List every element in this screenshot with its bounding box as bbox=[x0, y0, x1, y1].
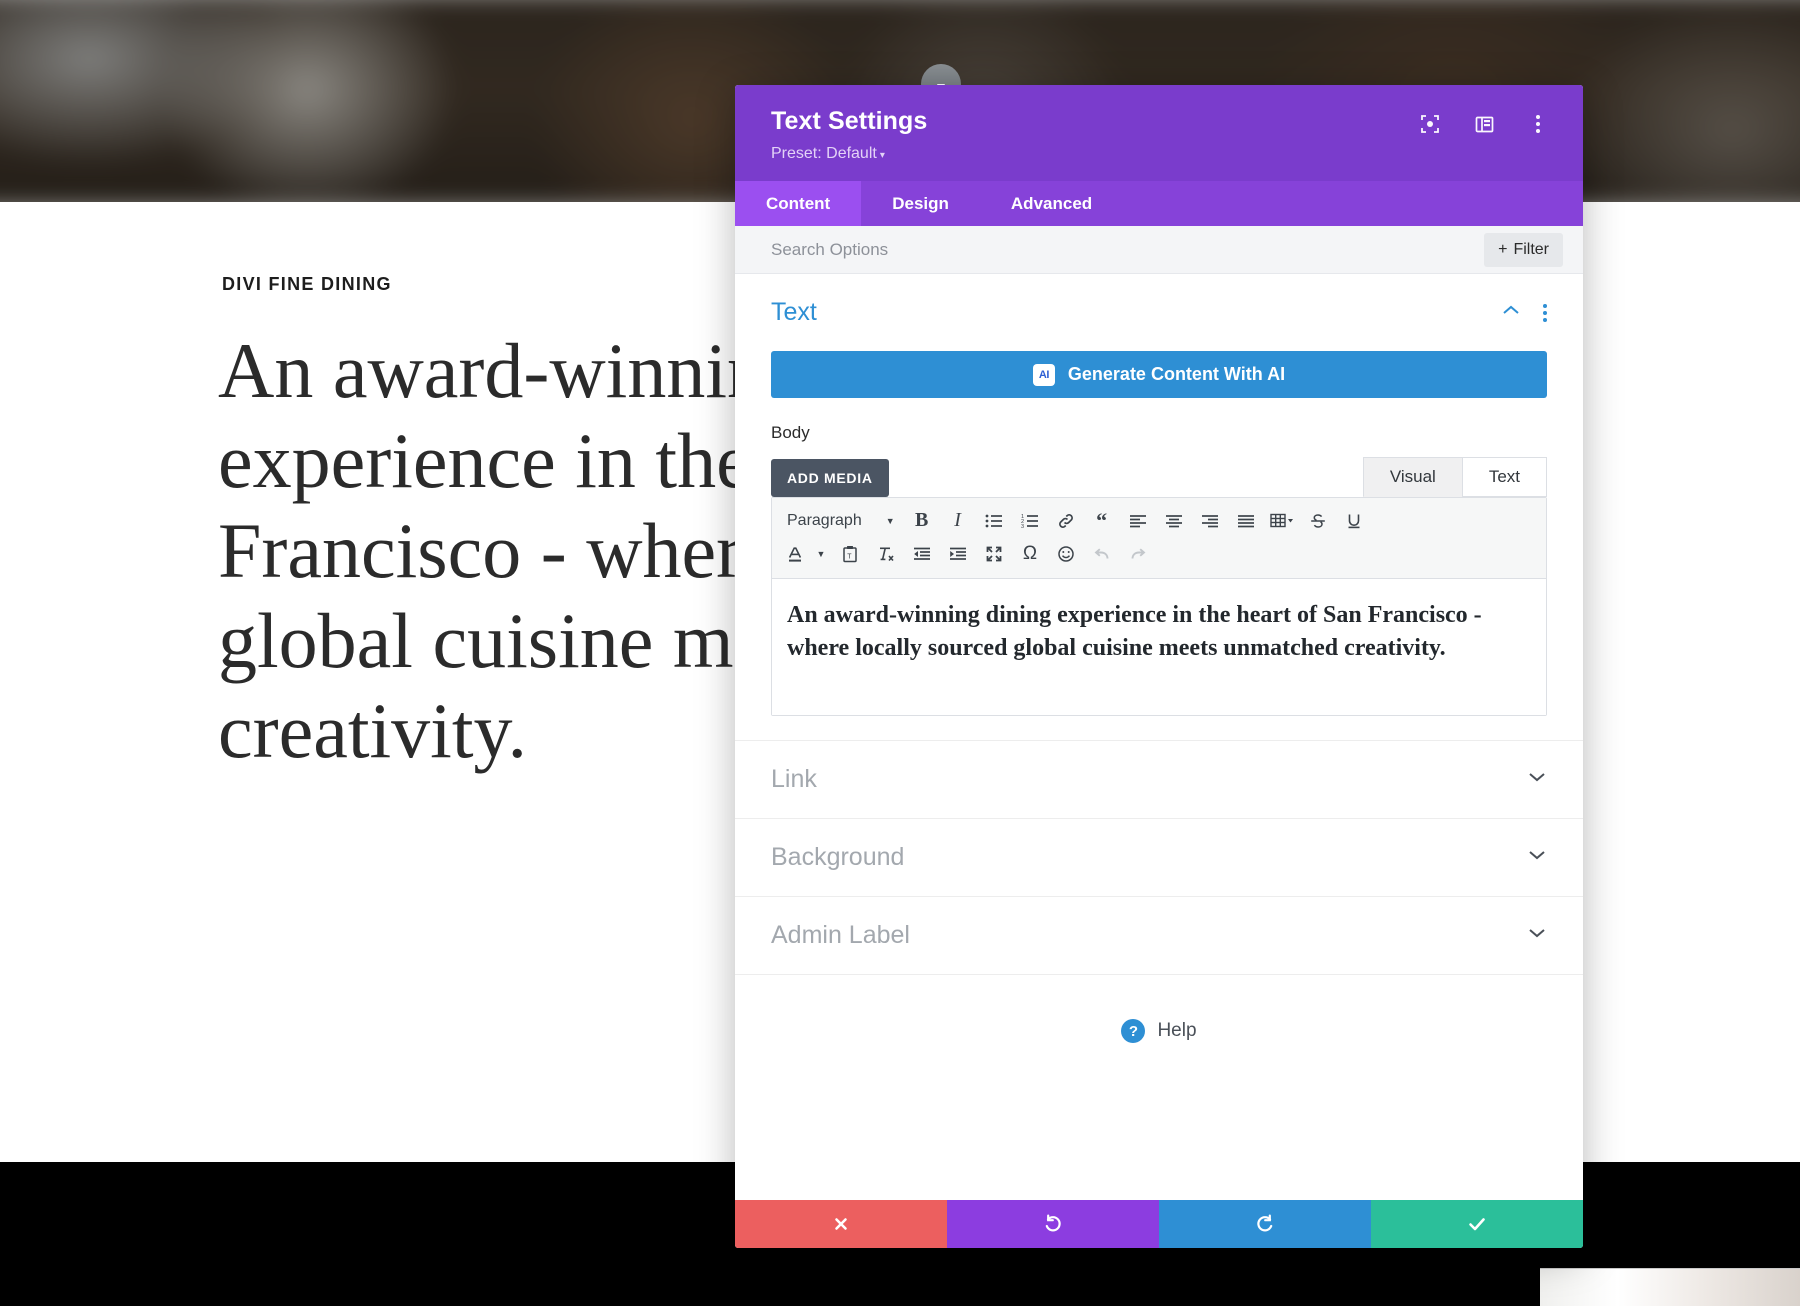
chevron-down-icon[interactable]: ▼ bbox=[810, 539, 832, 569]
indent-icon[interactable] bbox=[940, 539, 976, 569]
align-justify-icon[interactable] bbox=[1228, 506, 1264, 536]
filter-button[interactable]: + Filter bbox=[1484, 232, 1563, 267]
wysiwyg-editor: Paragraph ▼ B I 1 2 3 “ ▼ T Ω An award-w… bbox=[771, 497, 1547, 716]
generate-content-with-ai-button[interactable]: AI Generate Content With AI bbox=[771, 351, 1547, 398]
redo-icon[interactable] bbox=[1120, 539, 1156, 569]
special-character-icon[interactable]: Ω bbox=[1012, 539, 1048, 569]
panel-layout-icon[interactable] bbox=[1473, 113, 1495, 135]
section-title-link: Link bbox=[771, 765, 817, 793]
filter-button-label: Filter bbox=[1513, 240, 1549, 258]
fullscreen-icon[interactable] bbox=[976, 539, 1012, 569]
chevron-down-icon: ▾ bbox=[879, 150, 885, 161]
numbered-list-icon[interactable]: 1 2 3 bbox=[1012, 506, 1048, 536]
modal-body: Text AI Generate Content With AI Body AD bbox=[735, 274, 1583, 1200]
editor-toolbar: Paragraph ▼ B I 1 2 3 “ ▼ T Ω bbox=[772, 498, 1546, 579]
italic-icon[interactable]: I bbox=[940, 506, 976, 536]
undo-icon[interactable] bbox=[1084, 539, 1120, 569]
chevron-down-icon: ▼ bbox=[885, 515, 895, 526]
tab-advanced[interactable]: Advanced bbox=[980, 181, 1123, 226]
align-left-icon[interactable] bbox=[1120, 506, 1156, 536]
tab-text[interactable]: Text bbox=[1461, 457, 1547, 497]
section-header-admin-label[interactable]: Admin Label bbox=[735, 896, 1583, 974]
ai-icon: AI bbox=[1032, 363, 1055, 386]
align-center-icon[interactable] bbox=[1156, 506, 1192, 536]
search-options-bar: + Filter bbox=[735, 226, 1583, 274]
modal-preset-label: Preset: Default bbox=[771, 145, 877, 162]
editor-topbar: ADD MEDIA Visual Text bbox=[771, 457, 1547, 497]
tab-visual[interactable]: Visual bbox=[1362, 457, 1462, 497]
strikethrough-icon[interactable] bbox=[1300, 506, 1336, 536]
section-body-text: AI Generate Content With AI Body ADD MED… bbox=[735, 351, 1583, 740]
help-row[interactable]: ? Help bbox=[735, 974, 1583, 1083]
bold-icon[interactable]: B bbox=[904, 506, 940, 536]
text-settings-modal: Text Settings Preset: Default ▾ Content … bbox=[735, 85, 1583, 1248]
section-controls-text bbox=[1501, 303, 1547, 323]
align-right-icon[interactable] bbox=[1192, 506, 1228, 536]
cancel-button[interactable] bbox=[735, 1200, 947, 1248]
outdent-icon[interactable] bbox=[904, 539, 940, 569]
section-title-text: Text bbox=[771, 298, 817, 326]
save-button[interactable] bbox=[1371, 1200, 1583, 1248]
section-header-background[interactable]: Background bbox=[735, 818, 1583, 896]
search-input[interactable] bbox=[771, 239, 1291, 260]
underline-icon[interactable] bbox=[1336, 506, 1372, 536]
footer-image-strip bbox=[1540, 1268, 1800, 1306]
section-title-admin-label: Admin Label bbox=[771, 921, 910, 949]
section-more-options-icon[interactable] bbox=[1543, 303, 1547, 322]
chevron-down-icon[interactable] bbox=[1527, 848, 1547, 868]
editor-text-content[interactable]: An award-winning dining experience in th… bbox=[772, 579, 1546, 715]
section-header-text[interactable]: Text bbox=[735, 274, 1583, 351]
modal-footer bbox=[735, 1200, 1583, 1248]
plus-icon: + bbox=[1498, 240, 1508, 258]
chevron-up-icon[interactable] bbox=[1501, 303, 1521, 323]
undo-button[interactable] bbox=[947, 1200, 1159, 1248]
section-title-background: Background bbox=[771, 843, 905, 871]
editor-toolbar-row-2: ▼ T Ω bbox=[780, 537, 1538, 570]
blockquote-icon[interactable]: “ bbox=[1084, 506, 1120, 536]
modal-header: Text Settings Preset: Default ▾ bbox=[735, 85, 1583, 181]
editor-mode-tabs: Visual Text bbox=[1362, 457, 1547, 497]
chevron-down-icon[interactable] bbox=[1527, 926, 1547, 946]
help-icon: ? bbox=[1121, 1019, 1146, 1043]
add-media-button[interactable]: ADD MEDIA bbox=[771, 459, 889, 497]
link-icon[interactable] bbox=[1048, 506, 1084, 536]
bulleted-list-icon[interactable] bbox=[976, 506, 1012, 536]
table-icon[interactable] bbox=[1264, 506, 1300, 536]
more-options-icon[interactable] bbox=[1527, 113, 1549, 135]
svg-text:T: T bbox=[847, 553, 852, 560]
redo-button[interactable] bbox=[1159, 1200, 1371, 1248]
editor-toolbar-row-1: Paragraph ▼ B I 1 2 3 “ bbox=[780, 504, 1538, 537]
paragraph-format-label: Paragraph bbox=[787, 511, 862, 529]
clear-formatting-icon[interactable] bbox=[868, 539, 904, 569]
section-header-link[interactable]: Link bbox=[735, 740, 1583, 818]
chevron-down-icon[interactable] bbox=[1527, 770, 1547, 790]
focus-target-icon[interactable] bbox=[1419, 113, 1441, 135]
tab-content[interactable]: Content bbox=[735, 181, 862, 226]
text-color-icon[interactable] bbox=[780, 539, 810, 569]
emoji-icon[interactable] bbox=[1048, 539, 1084, 569]
modal-preset-selector[interactable]: Preset: Default ▾ bbox=[771, 145, 1547, 163]
paste-as-text-icon[interactable]: T bbox=[832, 539, 868, 569]
body-field-label: Body bbox=[771, 423, 810, 442]
modal-header-icons bbox=[1419, 113, 1549, 135]
page-eyebrow: DIVI FINE DINING bbox=[222, 274, 392, 294]
ai-button-label: Generate Content With AI bbox=[1067, 364, 1286, 384]
paragraph-format-select[interactable]: Paragraph ▼ bbox=[780, 506, 904, 536]
tab-design[interactable]: Design bbox=[861, 181, 980, 226]
modal-tab-bar: Content Design Advanced bbox=[735, 181, 1583, 226]
help-label: Help bbox=[1157, 1020, 1197, 1041]
svg-text:3: 3 bbox=[1021, 524, 1024, 529]
